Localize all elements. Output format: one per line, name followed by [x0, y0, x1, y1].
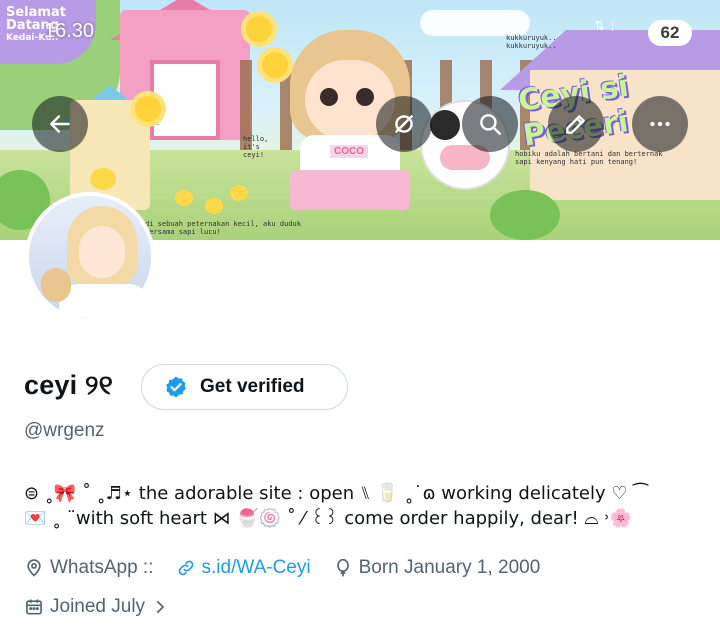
chick [90, 168, 116, 190]
avatar-face [79, 226, 125, 278]
website-link[interactable]: s.id/WA-Ceyi [176, 557, 311, 579]
chick [175, 190, 193, 206]
joined-row[interactable]: Joined July [24, 596, 191, 618]
chick [230, 185, 248, 201]
location-item: WhatsApp :: [24, 557, 154, 579]
sunflower [246, 16, 272, 42]
avatar-shirt [59, 284, 149, 318]
cloud [420, 10, 530, 36]
banner-caption-rooster: kukkuruyuk.. kukkuruyuk.. [506, 34, 557, 50]
more-button[interactable] [632, 96, 688, 152]
get-verified-label: Get verified [200, 376, 305, 397]
hide-button[interactable] [376, 96, 432, 152]
profile-avatar[interactable] [25, 192, 155, 322]
calendar-icon [26, 599, 42, 615]
banner-caption-story: di sebuah peternakan kecil, aku duduk be… [145, 220, 301, 236]
eye-slash-icon [395, 115, 413, 133]
profile-meta-row: WhatsApp :: s.id/WA-Ceyi Born January 1,… [24, 557, 562, 579]
bio-line: 💌 ˳ ¨with soft heart ⋈ 🍧🍥 ˚ ⁄ ꒰꒱ come or… [24, 508, 633, 529]
search-button[interactable] [462, 96, 518, 152]
shirt-text: COCO [330, 145, 368, 158]
chick [205, 198, 223, 214]
chevron-right-icon [156, 600, 165, 614]
banner-caption-hobby: hobiku adalah bertani dan berternak sapi… [515, 150, 663, 166]
girl-eye [320, 88, 338, 106]
birthday-text: Born January 1, 2000 [358, 557, 541, 578]
banner-caption-hello: hello, it's ceyi! [243, 135, 269, 159]
arrow-left-icon [50, 115, 70, 133]
sunflower [262, 52, 288, 78]
girl-skirt [290, 170, 410, 210]
location-pin-icon [27, 559, 41, 577]
signal-icon: ⇅ [594, 18, 605, 33]
bush [490, 190, 560, 240]
profile-handle: @wrgenz [24, 420, 105, 441]
birthday-item: Born January 1, 2000 [333, 557, 541, 579]
girl-eye [356, 88, 374, 106]
joined-text: Joined July [50, 596, 146, 617]
sunflower [135, 96, 161, 122]
profile-name: ceyi ୨୧ [24, 370, 113, 400]
notification-badge: 62 [648, 20, 692, 46]
pencil-icon [566, 115, 585, 134]
wifi-icon: ⁞ [610, 18, 615, 34]
status-bar-right: ⇅ ⁞ [594, 18, 615, 34]
bio-line: ⊜ ˳🎀 ˚ ˳♬⋆ the adorable site : open ⑊ 🥛 … [24, 483, 648, 504]
avatar-mini-figure [41, 268, 71, 302]
edit-button[interactable] [548, 96, 604, 152]
barn-door [150, 60, 220, 140]
verified-badge-icon [166, 376, 186, 398]
location-text: WhatsApp :: [50, 557, 154, 578]
profile-bio: ⊜ ˳🎀 ˚ ˳♬⋆ the adorable site : open ⑊ 🥛 … [24, 481, 704, 531]
more-horizontal-icon [650, 121, 670, 127]
get-verified-button[interactable]: Get verified [141, 364, 348, 410]
cow-spot [430, 110, 460, 140]
search-icon [480, 114, 501, 135]
joined-item[interactable]: Joined July [24, 596, 169, 618]
status-time: 16.30 [44, 20, 95, 42]
link-icon [178, 560, 193, 576]
balloon-icon [336, 558, 349, 577]
back-button[interactable] [32, 96, 88, 152]
website-link-text: s.id/WA-Ceyi [201, 557, 311, 578]
